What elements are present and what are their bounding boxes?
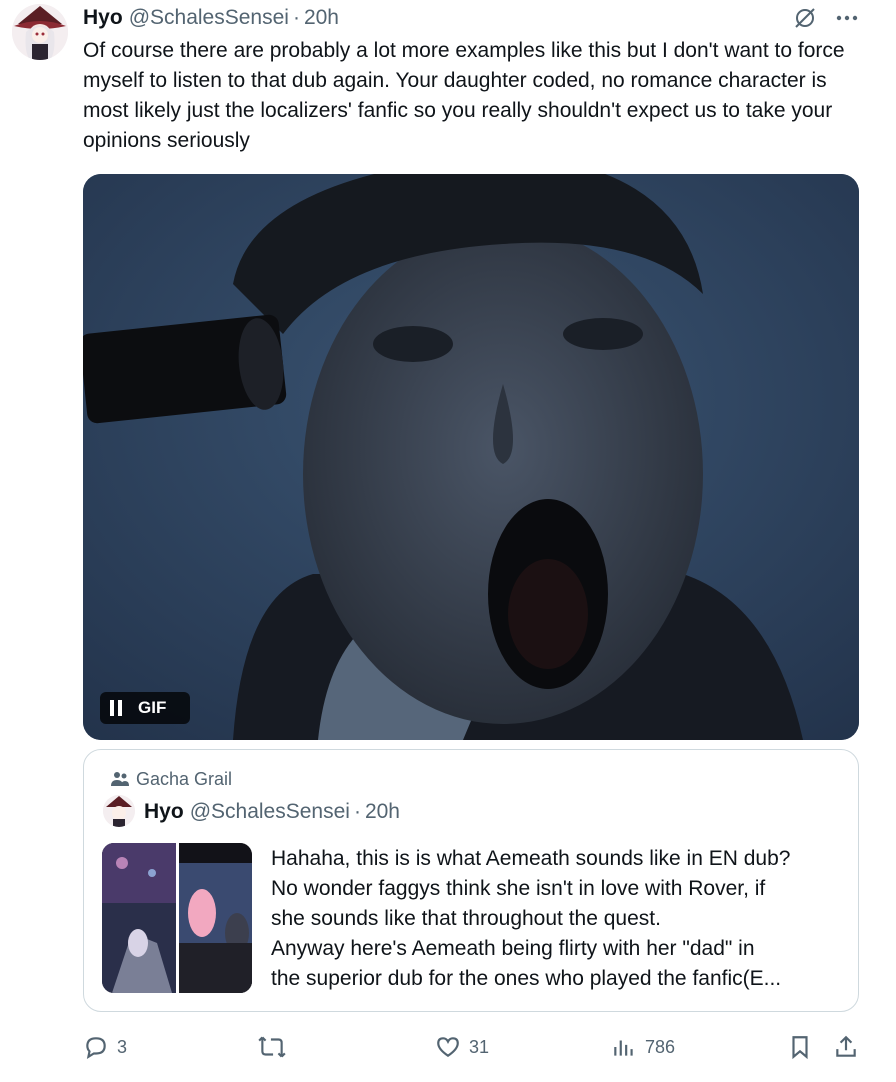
quote-author-name: Hyo xyxy=(144,800,184,823)
community-name: Gacha Grail xyxy=(136,768,233,789)
tweet[interactable]: Hyo @SchalesSensei · 20h Of course there… xyxy=(0,0,896,1082)
author-name[interactable]: Hyo xyxy=(83,6,123,30)
quote-author-avatar xyxy=(103,795,135,827)
repost-button[interactable] xyxy=(257,1030,295,1064)
quote-author-handle: @SchalesSensei xyxy=(189,800,350,823)
quote-text-line: Hahaha, this is is what Aemeath sounds l… xyxy=(271,847,791,870)
share-button[interactable] xyxy=(833,1030,867,1064)
quote-text-line: Anyway here's Aemeath being flirty with … xyxy=(271,937,755,960)
bookmark-button[interactable] xyxy=(787,1030,821,1064)
tweet-header: Hyo @SchalesSensei · 20h xyxy=(83,4,339,32)
quote-text-line: the superior dub for the ones who played… xyxy=(271,967,782,990)
quote-text-line: she sounds like that throughout the ques… xyxy=(271,907,661,930)
gif-label: GIF xyxy=(138,698,167,717)
tweet-text: Of course there are probably a lot more … xyxy=(83,39,845,152)
tweet-timestamp[interactable]: 20h xyxy=(304,6,339,30)
author-handle[interactable]: @SchalesSensei xyxy=(129,6,289,30)
pause-icon[interactable] xyxy=(110,700,124,716)
views-button[interactable]: 786 xyxy=(611,1030,675,1064)
quote-text: Hahaha, this is is what Aemeath sounds l… xyxy=(271,844,846,994)
tweet-actions: 3 31 786 xyxy=(83,1030,863,1064)
quote-header: Hyo @SchalesSensei · 20h xyxy=(144,798,400,826)
repost-icon xyxy=(258,1036,286,1058)
more-icon[interactable] xyxy=(832,4,862,32)
quote-text-line: No wonder faggys think she isn't in love… xyxy=(271,877,766,900)
reply-icon xyxy=(86,1037,106,1059)
gif-badge[interactable]: GIF xyxy=(100,692,190,724)
like-icon xyxy=(437,1037,459,1057)
community-icon xyxy=(111,772,129,786)
tweet-gif[interactable] xyxy=(83,174,859,740)
grok-icon[interactable] xyxy=(790,4,820,32)
reply-count: 3 xyxy=(117,1036,128,1057)
like-button[interactable]: 31 xyxy=(435,1030,489,1064)
bookmark-icon xyxy=(792,1036,808,1060)
views-icon xyxy=(614,1040,633,1056)
author-avatar[interactable] xyxy=(12,4,68,60)
separator-dot: · xyxy=(353,800,361,823)
share-icon xyxy=(836,1035,856,1057)
reply-button[interactable]: 3 xyxy=(83,1030,127,1064)
separator-dot: · xyxy=(292,6,300,29)
views-count: 786 xyxy=(645,1036,676,1057)
quote-timestamp: 20h xyxy=(364,800,400,823)
like-count: 31 xyxy=(469,1036,490,1057)
quote-media-thumbnail xyxy=(102,843,252,993)
community-label[interactable]: Gacha Grail xyxy=(110,767,232,791)
